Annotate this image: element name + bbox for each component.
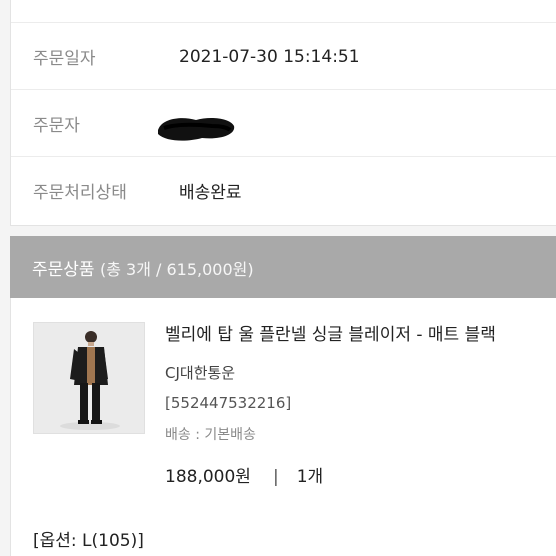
- price-quantity-line: 188,000원 | 1개: [165, 462, 323, 487]
- order-status-value: 배송완료: [179, 183, 242, 203]
- carrier-name: CJ대한통운: [165, 364, 236, 382]
- product-price: 188,000원: [165, 467, 251, 487]
- orderer-label: 주문자: [33, 116, 80, 136]
- price-separator: |: [272, 467, 279, 487]
- order-date-value: 2021-07-30 15:14:51: [179, 46, 360, 67]
- order-items-summary: (총 3개 / 615,000원): [99, 259, 254, 279]
- product-option-text: [옵션: L(105)]: [33, 531, 144, 551]
- product-name-link[interactable]: 벨리에 탑 울 플란넬 싱글 블레이저 - 매트 블랙: [165, 320, 496, 345]
- orderer-row: 주문자: [11, 89, 556, 157]
- order-items-header[interactable]: 주문상품 (총 3개 / 615,000원): [10, 236, 556, 298]
- order-date-label: 주문일자: [33, 49, 96, 69]
- product-quantity: 1개: [296, 467, 324, 487]
- tracking-number-link[interactable]: [552447532216]: [165, 394, 291, 412]
- product-options: [옵션: L(105)]: [10, 508, 556, 556]
- order-date-row: 주문일자 2021-07-30 15:14:51: [11, 22, 556, 90]
- redaction-scribble: [158, 118, 235, 141]
- order-info-panel: 주문일자 2021-07-30 15:14:51 주문자 주문처리상태 배송완료: [10, 0, 556, 226]
- product-image[interactable]: [33, 322, 145, 434]
- order-items-title: 주문상품 (총 3개 / 615,000원): [32, 255, 254, 280]
- model-figure-icon: [34, 323, 144, 433]
- order-items-label: 주문상품: [32, 259, 95, 280]
- order-status-row: 주문처리상태 배송완료: [11, 156, 556, 224]
- product-item: 벨리에 탑 울 플란넬 싱글 블레이저 - 매트 블랙 CJ대한통운 [5524…: [10, 298, 556, 509]
- shipping-method: 배송 : 기본배송: [165, 427, 256, 443]
- order-status-label: 주문처리상태: [33, 183, 127, 203]
